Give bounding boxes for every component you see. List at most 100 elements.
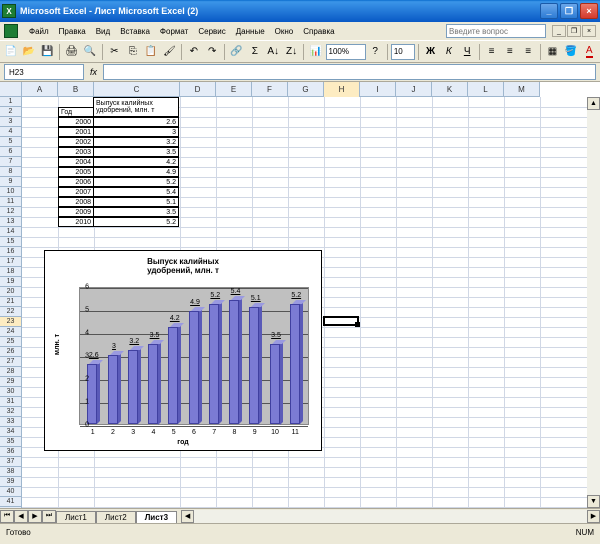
data-cell[interactable]: Год — [58, 107, 94, 117]
column-header-G[interactable]: G — [288, 82, 324, 97]
menu-window[interactable]: Окно — [270, 25, 299, 38]
row-header-36[interactable]: 36 — [0, 447, 21, 457]
column-header-A[interactable]: A — [22, 82, 58, 97]
row-header-23[interactable]: 23 — [0, 317, 21, 327]
data-cell[interactable]: 3.5 — [93, 147, 179, 157]
doc-minimize-button[interactable]: _ — [552, 25, 566, 37]
align-center-icon[interactable]: ≡ — [501, 43, 518, 61]
data-cell[interactable]: 2005 — [58, 167, 94, 177]
column-header-I[interactable]: I — [360, 82, 396, 97]
font-color-icon[interactable]: A — [581, 43, 598, 61]
redo-icon[interactable]: ↷ — [203, 43, 220, 61]
new-icon[interactable]: 📄 — [2, 43, 19, 61]
align-left-icon[interactable]: ≡ — [483, 43, 500, 61]
fx-icon[interactable]: fx — [84, 67, 103, 77]
menu-insert[interactable]: Вставка — [115, 25, 155, 38]
bold-icon[interactable]: Ж — [422, 43, 439, 61]
row-header-39[interactable]: 39 — [0, 477, 21, 487]
scroll-down-button[interactable]: ▼ — [587, 495, 600, 508]
preview-icon[interactable]: 🔍 — [81, 43, 98, 61]
horizontal-scrollbar[interactable]: ◀ ▶ — [181, 510, 600, 523]
row-header-41[interactable]: 41 — [0, 497, 21, 507]
row-header-13[interactable]: 13 — [0, 217, 21, 227]
doc-close-button[interactable]: × — [582, 25, 596, 37]
tab-prev-button[interactable]: ◀ — [14, 510, 28, 523]
data-cell[interactable]: 2002 — [58, 137, 94, 147]
scroll-right-button[interactable]: ▶ — [587, 510, 600, 523]
row-header-19[interactable]: 19 — [0, 277, 21, 287]
data-cell[interactable]: 2007 — [58, 187, 94, 197]
align-right-icon[interactable]: ≡ — [520, 43, 537, 61]
row-header-30[interactable]: 30 — [0, 387, 21, 397]
cells-area[interactable]: ГодВыпуск калийных удобрений, млн. т2000… — [22, 97, 600, 508]
embedded-chart[interactable]: Выпуск калийныхудобрений, млн. т млн. т … — [44, 250, 322, 451]
data-cell[interactable]: 5.4 — [93, 187, 179, 197]
data-cell[interactable]: 2004 — [58, 157, 94, 167]
sheet-tab-Лист3[interactable]: Лист3 — [136, 511, 177, 523]
undo-icon[interactable]: ↶ — [185, 43, 202, 61]
data-cell[interactable]: 2001 — [58, 127, 94, 137]
row-header-31[interactable]: 31 — [0, 397, 21, 407]
column-header-K[interactable]: K — [432, 82, 468, 97]
format-painter-icon[interactable]: 🖌 — [161, 43, 178, 61]
menu-help[interactable]: Справка — [298, 25, 339, 38]
column-header-D[interactable]: D — [180, 82, 216, 97]
data-cell[interactable]: 3 — [93, 127, 179, 137]
row-header-20[interactable]: 20 — [0, 287, 21, 297]
borders-icon[interactable]: ▦ — [544, 43, 561, 61]
column-header-F[interactable]: F — [252, 82, 288, 97]
row-header-12[interactable]: 12 — [0, 207, 21, 217]
formula-input[interactable] — [103, 64, 596, 80]
row-header-24[interactable]: 24 — [0, 327, 21, 337]
menu-file[interactable]: Файл — [24, 25, 54, 38]
open-icon[interactable]: 📂 — [20, 43, 37, 61]
data-cell[interactable]: 2009 — [58, 207, 94, 217]
close-button[interactable]: × — [580, 3, 598, 19]
column-header-L[interactable]: L — [468, 82, 504, 97]
print-icon[interactable]: 🖨 — [63, 43, 80, 61]
zoom-input[interactable] — [326, 44, 366, 60]
row-header-33[interactable]: 33 — [0, 417, 21, 427]
column-header-B[interactable]: B — [58, 82, 94, 97]
sheet-tab-Лист2[interactable]: Лист2 — [96, 511, 136, 523]
row-header-17[interactable]: 17 — [0, 257, 21, 267]
row-header-4[interactable]: 4 — [0, 127, 21, 137]
column-header-E[interactable]: E — [216, 82, 252, 97]
name-box[interactable] — [4, 64, 84, 80]
row-header-37[interactable]: 37 — [0, 457, 21, 467]
column-header-C[interactable]: C — [94, 82, 180, 97]
scroll-up-button[interactable]: ▲ — [587, 97, 600, 110]
row-header-35[interactable]: 35 — [0, 437, 21, 447]
data-cell[interactable]: 5.1 — [93, 197, 179, 207]
data-cell[interactable]: 3.5 — [93, 207, 179, 217]
row-header-21[interactable]: 21 — [0, 297, 21, 307]
sheet-tab-Лист1[interactable]: Лист1 — [56, 511, 96, 523]
tab-next-button[interactable]: ▶ — [28, 510, 42, 523]
menu-view[interactable]: Вид — [91, 25, 115, 38]
row-header-9[interactable]: 9 — [0, 177, 21, 187]
row-header-11[interactable]: 11 — [0, 197, 21, 207]
row-header-16[interactable]: 16 — [0, 247, 21, 257]
row-header-26[interactable]: 26 — [0, 347, 21, 357]
row-header-1[interactable]: 1 — [0, 97, 21, 107]
row-header-15[interactable]: 15 — [0, 237, 21, 247]
row-header-3[interactable]: 3 — [0, 117, 21, 127]
data-cell[interactable]: 4.9 — [93, 167, 179, 177]
column-header-J[interactable]: J — [396, 82, 432, 97]
row-header-14[interactable]: 14 — [0, 227, 21, 237]
doc-restore-button[interactable]: ❐ — [567, 25, 581, 37]
menu-data[interactable]: Данные — [231, 25, 270, 38]
hyperlink-icon[interactable]: 🔗 — [228, 43, 245, 61]
scroll-left-button[interactable]: ◀ — [181, 510, 194, 523]
data-cell[interactable]: 2006 — [58, 177, 94, 187]
data-cell[interactable]: Выпуск калийных удобрений, млн. т — [93, 97, 179, 117]
help-icon[interactable]: ? — [367, 43, 384, 61]
data-cell[interactable]: 2003 — [58, 147, 94, 157]
data-cell[interactable]: 5.2 — [93, 217, 179, 227]
row-header-2[interactable]: 2 — [0, 107, 21, 117]
row-header-22[interactable]: 22 — [0, 307, 21, 317]
row-header-6[interactable]: 6 — [0, 147, 21, 157]
italic-icon[interactable]: К — [440, 43, 457, 61]
help-search-input[interactable] — [446, 24, 546, 38]
row-header-8[interactable]: 8 — [0, 167, 21, 177]
